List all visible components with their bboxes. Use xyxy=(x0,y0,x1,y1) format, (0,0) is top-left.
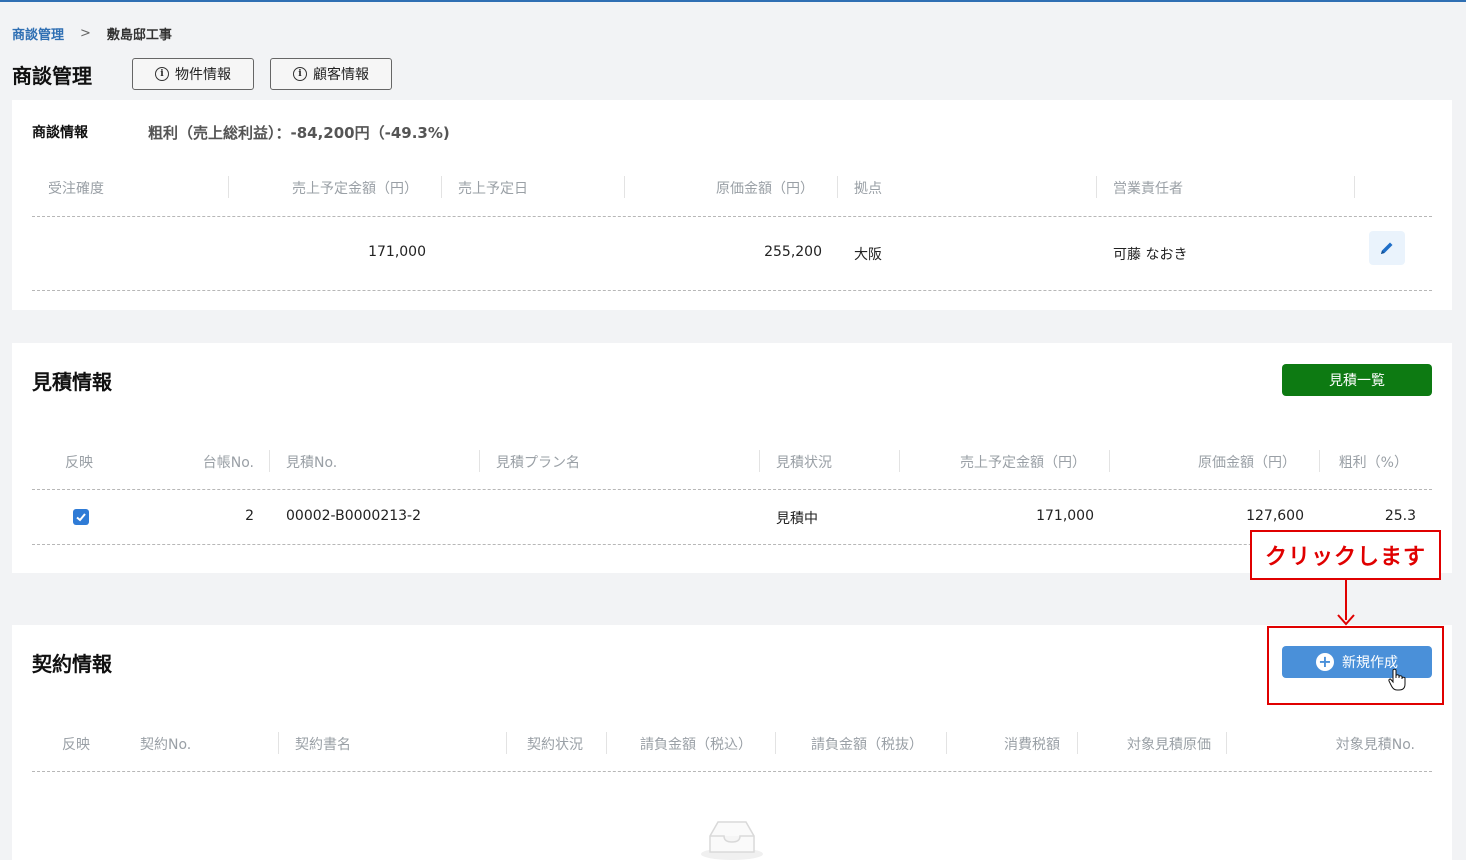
col-order-probability: 受注確度 xyxy=(48,181,104,197)
deal-sales-manager: 可藤 なおき xyxy=(1113,247,1188,263)
column-separator xyxy=(624,176,625,198)
customer-info-button[interactable]: i 顧客情報 xyxy=(270,58,392,90)
col-ledger-no: 台帳No. xyxy=(202,455,254,471)
column-separator xyxy=(946,732,947,754)
estimate-no: 00002-B0000213-2 xyxy=(286,508,422,524)
col-cost: 原価金額（円） xyxy=(716,181,814,197)
breadcrumb: 商談管理 > 敷島邸工事 xyxy=(12,24,172,43)
arrow-down-icon xyxy=(1337,614,1355,626)
table-divider xyxy=(32,290,1432,291)
column-separator xyxy=(1109,450,1110,472)
estimate-cost: 127,600 xyxy=(1246,508,1304,524)
estimate-section-title: 見積情報 xyxy=(32,370,112,394)
col-planned-sales: 売上予定金額（円） xyxy=(960,455,1086,471)
deal-planned-sales: 171,000 xyxy=(368,244,426,260)
estimate-info-panel: 見積情報 見積一覧 反映 台帳No. 見積No. 見積プラン名 見積状況 売上予… xyxy=(12,343,1452,573)
column-separator xyxy=(759,450,760,472)
table-divider xyxy=(32,489,1432,490)
col-sales-manager: 営業責任者 xyxy=(1113,181,1183,197)
col-target-estimate-cost: 対象見積原価 xyxy=(1127,737,1211,753)
info-icon: i xyxy=(155,67,169,81)
deal-info-panel: 商談情報 粗利（売上総利益）：-84,200円（-49.3%) 受注確度 売上予… xyxy=(12,100,1452,310)
breadcrumb-link-deal-management[interactable]: 商談管理 xyxy=(12,24,64,43)
estimate-status: 見積中 xyxy=(776,511,818,527)
pencil-icon xyxy=(1381,242,1393,254)
reflect-checkbox[interactable] xyxy=(73,509,89,525)
table-divider xyxy=(32,771,1432,772)
deal-cost: 255,200 xyxy=(764,244,822,260)
page-title: 商談管理 xyxy=(12,64,92,88)
estimate-planned-sales: 171,000 xyxy=(1036,508,1094,524)
info-icon: i xyxy=(293,67,307,81)
estimate-list-button[interactable]: 見積一覧 xyxy=(1282,364,1432,396)
property-info-button[interactable]: i 物件情報 xyxy=(132,58,254,90)
col-reflect: 反映 xyxy=(65,455,93,471)
column-separator xyxy=(1354,176,1355,198)
customer-info-label: 顧客情報 xyxy=(313,67,369,83)
callout-click-here: クリックします xyxy=(1250,530,1441,580)
col-consumption-tax: 消費税額 xyxy=(1004,737,1060,753)
col-target-estimate-no: 対象見積No. xyxy=(1335,737,1415,753)
edit-button[interactable] xyxy=(1369,231,1405,265)
col-contract-amount-excl: 請負金額（税抜） xyxy=(811,737,923,753)
col-contract-amount-incl: 請負金額（税込） xyxy=(640,737,752,753)
col-estimate-status: 見積状況 xyxy=(776,455,832,471)
deal-base: 大阪 xyxy=(854,247,882,263)
col-estimate-no: 見積No. xyxy=(286,455,338,471)
col-cost: 原価金額（円） xyxy=(1198,455,1296,471)
gross-profit-text: 粗利（売上総利益）：-84,200円（-49.3%) xyxy=(148,124,450,142)
column-separator xyxy=(899,450,900,472)
table-divider xyxy=(32,216,1432,217)
breadcrumb-separator: > xyxy=(80,26,91,41)
column-separator xyxy=(1226,732,1227,754)
column-separator xyxy=(506,732,507,754)
col-contract-no: 契約No. xyxy=(140,737,192,753)
estimate-gross-margin: 25.3 xyxy=(1384,508,1416,524)
column-separator xyxy=(441,176,442,198)
column-separator xyxy=(606,732,607,754)
contract-section-title: 契約情報 xyxy=(32,652,112,676)
deal-info-label: 商談情報 xyxy=(32,125,88,141)
column-separator xyxy=(228,176,229,198)
col-base: 拠点 xyxy=(854,181,882,197)
col-contract-status: 契約状況 xyxy=(527,737,583,753)
column-separator xyxy=(1319,450,1320,472)
column-separator xyxy=(775,732,776,754)
empty-inbox-icon xyxy=(701,821,763,860)
col-planned-date: 売上予定日 xyxy=(458,181,528,197)
column-separator xyxy=(1096,176,1097,198)
column-separator xyxy=(278,732,279,754)
col-gross-margin: 粗利（%） xyxy=(1338,455,1408,471)
estimate-ledger-no: 2 xyxy=(245,508,254,524)
callout-highlight-frame xyxy=(1267,626,1444,705)
col-contract-name: 契約書名 xyxy=(295,737,351,753)
column-separator xyxy=(837,176,838,198)
property-info-label: 物件情報 xyxy=(175,67,231,83)
column-separator xyxy=(479,450,480,472)
col-plan-name: 見積プラン名 xyxy=(496,455,580,471)
column-separator xyxy=(269,450,270,472)
table-divider xyxy=(32,544,1432,545)
col-reflect: 反映 xyxy=(62,737,90,753)
check-icon xyxy=(76,513,86,522)
breadcrumb-current: 敷島邸工事 xyxy=(106,28,172,43)
col-planned-sales: 売上予定金額（円） xyxy=(292,181,418,197)
column-separator xyxy=(1077,732,1078,754)
